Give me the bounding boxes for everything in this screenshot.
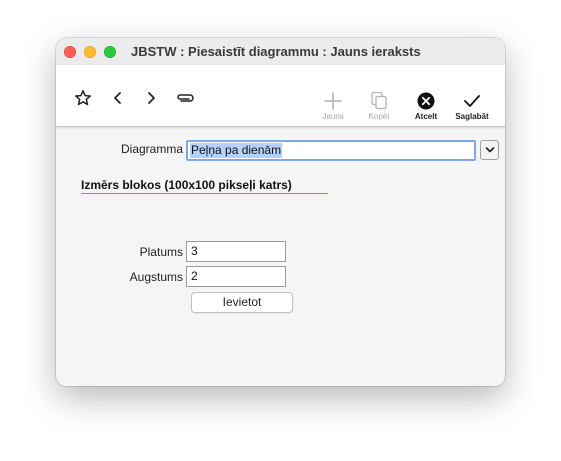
checkmark-icon [462,91,482,111]
cancel-button-label: Atcelt [414,112,438,121]
plus-icon [323,91,343,111]
copy-icon [369,91,389,111]
window-title: JBSTW : Piesaistīt diagrammu : Jauns ier… [131,44,421,59]
star-icon[interactable] [72,87,94,109]
app-window: JBSTW : Piesaistīt diagrammu : Jauns ier… [56,38,505,386]
copy-button[interactable]: Kopēt [357,91,401,121]
chevron-left-icon[interactable] [107,87,129,109]
size-section-title: Izmērs blokos (100x100 pikseļi katrs) [81,178,292,192]
diagram-dropdown-button[interactable] [480,140,499,160]
height-input[interactable]: 2 [186,266,286,287]
new-button-label: Jauns [322,112,344,121]
width-label: Platums [139,245,183,259]
paperclip-icon[interactable] [174,87,196,109]
chevron-down-icon [485,147,494,153]
minimize-window-button[interactable] [84,46,96,58]
diagram-combobox[interactable]: Peļņa pa dienām [186,140,476,161]
toolbar: Jauns Kopēt Atcelt Saglabāt [56,65,505,127]
insert-button[interactable]: Ievietot [191,292,293,313]
cancel-circle-icon [416,91,436,111]
diagram-label: Diagramma [120,142,183,156]
section-divider [81,193,328,194]
form-area: Diagramma Peļņa pa dienām Izmērs blokos … [56,127,505,386]
copy-button-label: Kopēt [368,112,390,121]
new-button[interactable]: Jauns [311,91,355,121]
diagram-value: Peļņa pa dienām [190,143,283,158]
save-button[interactable]: Saglabāt [450,91,494,121]
title-bar: JBSTW : Piesaistīt diagrammu : Jauns ier… [56,38,505,65]
save-button-label: Saglabāt [455,112,489,121]
width-input[interactable]: 3 [186,241,286,262]
maximize-window-button[interactable] [104,46,116,58]
cancel-button[interactable]: Atcelt [404,91,448,121]
height-label: Augstums [129,270,183,284]
chevron-right-icon[interactable] [140,87,162,109]
close-window-button[interactable] [64,46,76,58]
